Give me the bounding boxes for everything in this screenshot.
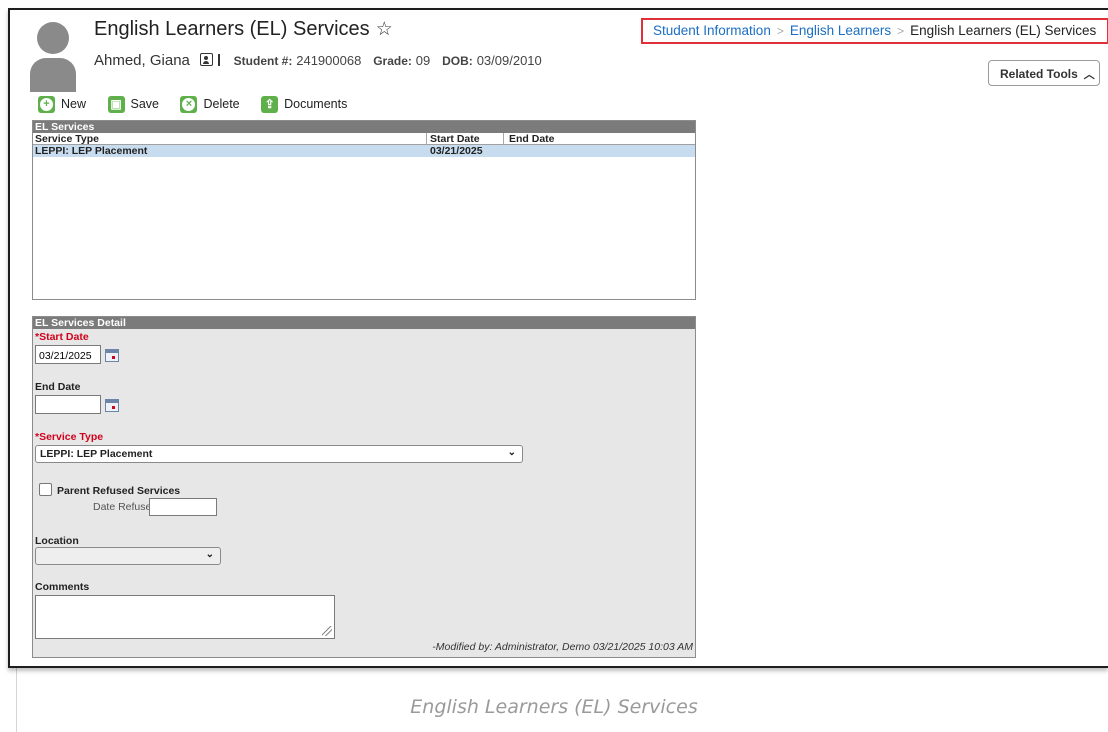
grade-label: Grade: [373, 54, 412, 68]
resize-handle-icon[interactable] [322, 626, 332, 636]
el-services-header: EL Services [33, 121, 695, 133]
delete-button[interactable]: × Delete [180, 96, 240, 113]
row-service-type: LEPPI: LEP Placement [35, 145, 148, 157]
end-date-label: End Date [35, 381, 81, 393]
column-header-service-type[interactable]: Service Type [35, 133, 99, 145]
end-date-calendar-icon[interactable] [105, 399, 119, 412]
delete-button-label: Delete [203, 96, 240, 111]
column-header-end-date[interactable]: End Date [509, 133, 555, 145]
column-divider [503, 133, 504, 145]
save-icon: ▣ [107, 96, 125, 113]
student-avatar [30, 20, 76, 92]
grade-value: 09 [415, 53, 431, 68]
image-caption: English Learners (EL) Services [410, 696, 698, 718]
related-tools-label: Related Tools [1000, 67, 1078, 81]
location-select[interactable]: ⌄ [35, 547, 221, 565]
el-services-detail-header: EL Services Detail [33, 317, 695, 329]
save-button[interactable]: ▣ Save [107, 96, 160, 113]
contact-card-icon-bar [217, 54, 220, 66]
star-icon[interactable]: ☆ [376, 19, 393, 40]
breadcrumb-current: English Learners (EL) Services [910, 23, 1097, 38]
date-refused-input[interactable] [149, 498, 217, 516]
modified-by-text: -Modified by: Administrator, Demo 03/21/… [432, 641, 693, 653]
el-services-column-headers: Service Type Start Date End Date [33, 133, 695, 145]
parent-refused-checkbox[interactable] [39, 483, 52, 496]
documents-button-label: Documents [284, 96, 348, 111]
save-button-label: Save [130, 96, 160, 111]
chevron-down-icon: ⌄ [507, 447, 516, 458]
service-type-value: LEPPI: LEP Placement [40, 448, 153, 460]
end-date-input[interactable] [35, 395, 101, 414]
related-tools-button[interactable]: Related Tools ︿ [988, 60, 1100, 86]
plus-icon: + [38, 96, 55, 113]
contact-card-icon[interactable] [199, 53, 213, 66]
column-header-start-date[interactable]: Start Date [430, 133, 480, 145]
start-date-label: *Start Date [35, 331, 89, 343]
breadcrumb-english-learners[interactable]: English Learners [790, 23, 891, 38]
chevron-down-icon: ⌄ [205, 549, 214, 560]
service-type-label: *Service Type [35, 431, 104, 443]
new-button[interactable]: + New [38, 96, 86, 113]
column-divider [426, 133, 427, 145]
dob-value: 03/09/2010 [476, 53, 542, 68]
comments-label: Comments [35, 581, 90, 593]
breadcrumb: Student Information > English Learners > Eng… [641, 18, 1108, 44]
avatar-body [30, 58, 76, 92]
screenshot-frame: English Learners (EL) Services ☆ Ahmed, G… [8, 8, 1108, 668]
student-number-label: Student #: [233, 54, 293, 68]
student-name: Ahmed, Giana [94, 52, 190, 69]
upload-icon: ⇪ [261, 96, 279, 113]
breadcrumb-separator-icon: > [897, 24, 905, 38]
page-title-text: English Learners (EL) Services [94, 18, 370, 40]
dob-label: DOB: [442, 54, 473, 68]
location-label: Location [35, 535, 79, 547]
student-number: 241900068 [296, 53, 362, 68]
row-start-date: 03/21/2025 [430, 145, 483, 157]
el-services-detail-panel: EL Services Detail *Start Date End Date … [32, 316, 696, 658]
student-info: Ahmed, Giana Student #: 241900068 Grade:… [94, 52, 550, 69]
service-type-select[interactable]: LEPPI: LEP Placement ⌄ [35, 445, 523, 463]
table-row[interactable]: LEPPI: LEP Placement 03/21/2025 [33, 145, 695, 157]
page-title: English Learners (EL) Services ☆ [94, 18, 393, 41]
start-date-calendar-icon[interactable] [105, 349, 119, 362]
chevron-up-icon: ︿ [1083, 69, 1095, 81]
breadcrumb-student-information[interactable]: Student Information [653, 23, 771, 38]
breadcrumb-separator-icon: > [776, 24, 784, 38]
action-toolbar: + New ▣ Save × Delete ⇪ Documents [38, 96, 365, 116]
avatar-head [37, 22, 69, 54]
new-button-label: New [61, 96, 87, 111]
parent-refused-label: Parent Refused Services [57, 485, 181, 497]
documents-button[interactable]: ⇪ Documents [261, 96, 347, 113]
el-services-panel: EL Services Service Type Start Date End … [32, 120, 696, 300]
delete-icon: × [180, 96, 198, 113]
comments-textarea[interactable] [35, 595, 335, 639]
start-date-input[interactable] [35, 345, 101, 364]
